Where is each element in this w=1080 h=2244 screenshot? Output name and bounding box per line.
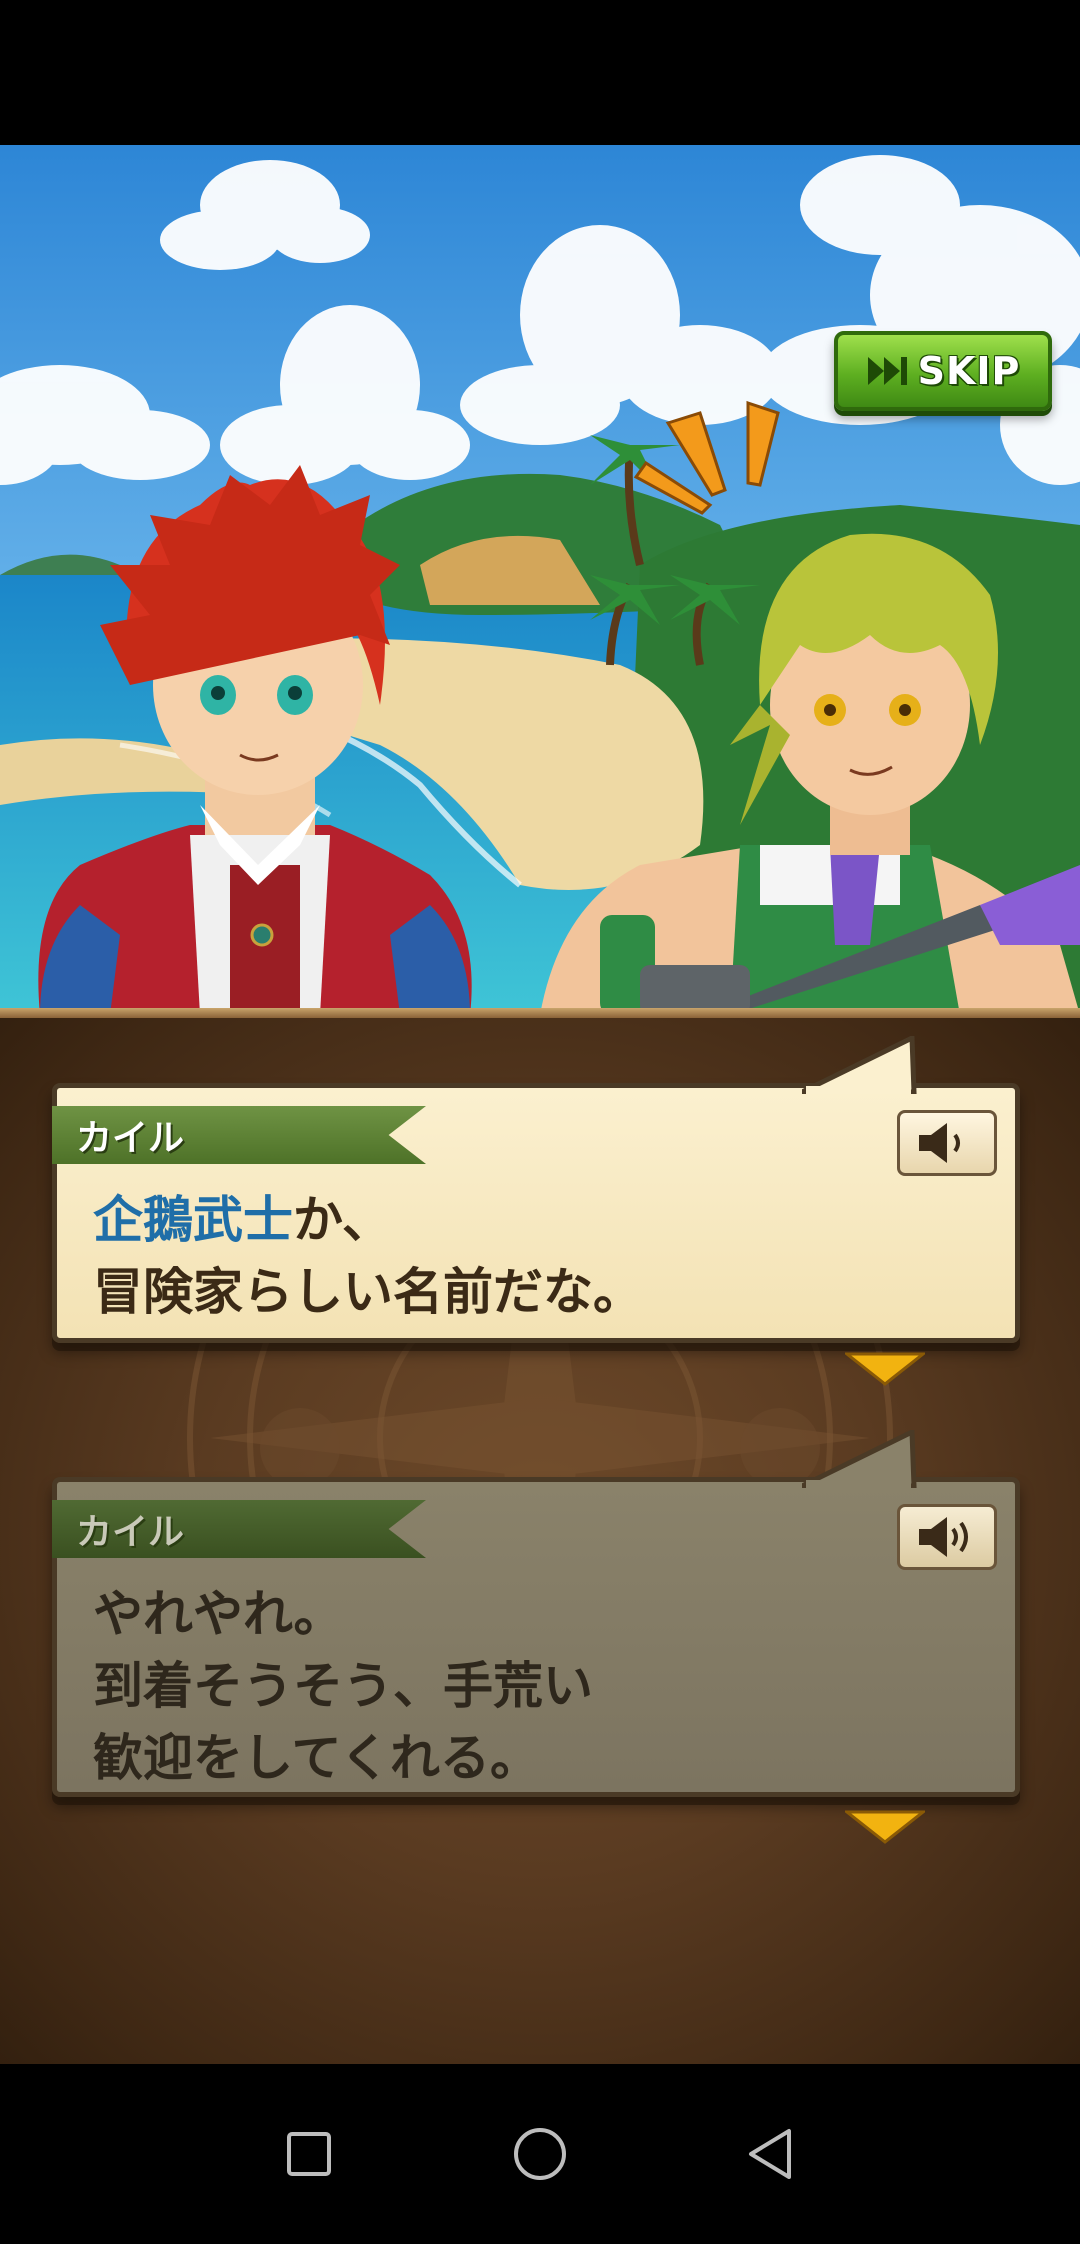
beach-scene-illustration <box>0 145 1080 1015</box>
dialogue-text: やれやれ。 到着そうそう、手荒い 歓迎をしてくれる。 <box>93 1578 985 1794</box>
dialogue-line-3: 歓迎をしてくれる。 <box>93 1729 540 1787</box>
dialogue-box-current[interactable]: カイル 企鵝武士か、 冒険家らしい名前だな。 <box>52 1036 1020 1343</box>
system-navigation-bar <box>0 2064 1080 2244</box>
circle-icon <box>514 2128 566 2180</box>
voice-play-button[interactable] <box>897 1110 997 1176</box>
speaker-name: カイル <box>76 1118 185 1159</box>
speaker-name-banner: カイル <box>52 1500 426 1558</box>
skip-button[interactable]: SKIP <box>834 331 1052 411</box>
speaker-icon <box>919 1517 968 1557</box>
back-button[interactable] <box>735 2119 805 2189</box>
triangle-back-icon <box>749 2129 791 2179</box>
speech-tail <box>802 1036 917 1094</box>
status-bar <box>0 0 1080 145</box>
dialogue-box-previous[interactable]: カイル やれやれ。 到着そうそう、手荒い 歓迎をしてくれる。 <box>52 1430 1020 1797</box>
voice-play-button[interactable] <box>897 1504 997 1570</box>
speaker-name-banner: カイル <box>52 1106 426 1164</box>
speaker-icon <box>919 1123 960 1163</box>
dialogue-line-1-rest: か、 <box>293 1191 392 1249</box>
highlighted-term: 企鵝武士 <box>93 1191 293 1249</box>
skip-label: SKIP <box>917 349 1021 393</box>
next-arrow-icon[interactable] <box>845 1810 925 1844</box>
fast-forward-icon <box>867 357 907 385</box>
square-icon <box>287 2132 331 2176</box>
speech-tail <box>802 1430 917 1488</box>
story-scene: SKIP <box>0 145 1080 1015</box>
dialogue-line-1: やれやれ。 <box>93 1585 344 1643</box>
recents-button[interactable] <box>274 2119 344 2189</box>
dialogue-line-2: 到着そうそう、手荒い <box>93 1657 593 1715</box>
home-button[interactable] <box>505 2119 575 2189</box>
dialogue-text: 企鵝武士か、 冒険家らしい名前だな。 <box>93 1184 985 1328</box>
dialogue-line-2: 冒険家らしい名前だな。 <box>93 1263 643 1321</box>
next-arrow-icon[interactable] <box>845 1352 925 1386</box>
speaker-name: カイル <box>76 1512 185 1553</box>
